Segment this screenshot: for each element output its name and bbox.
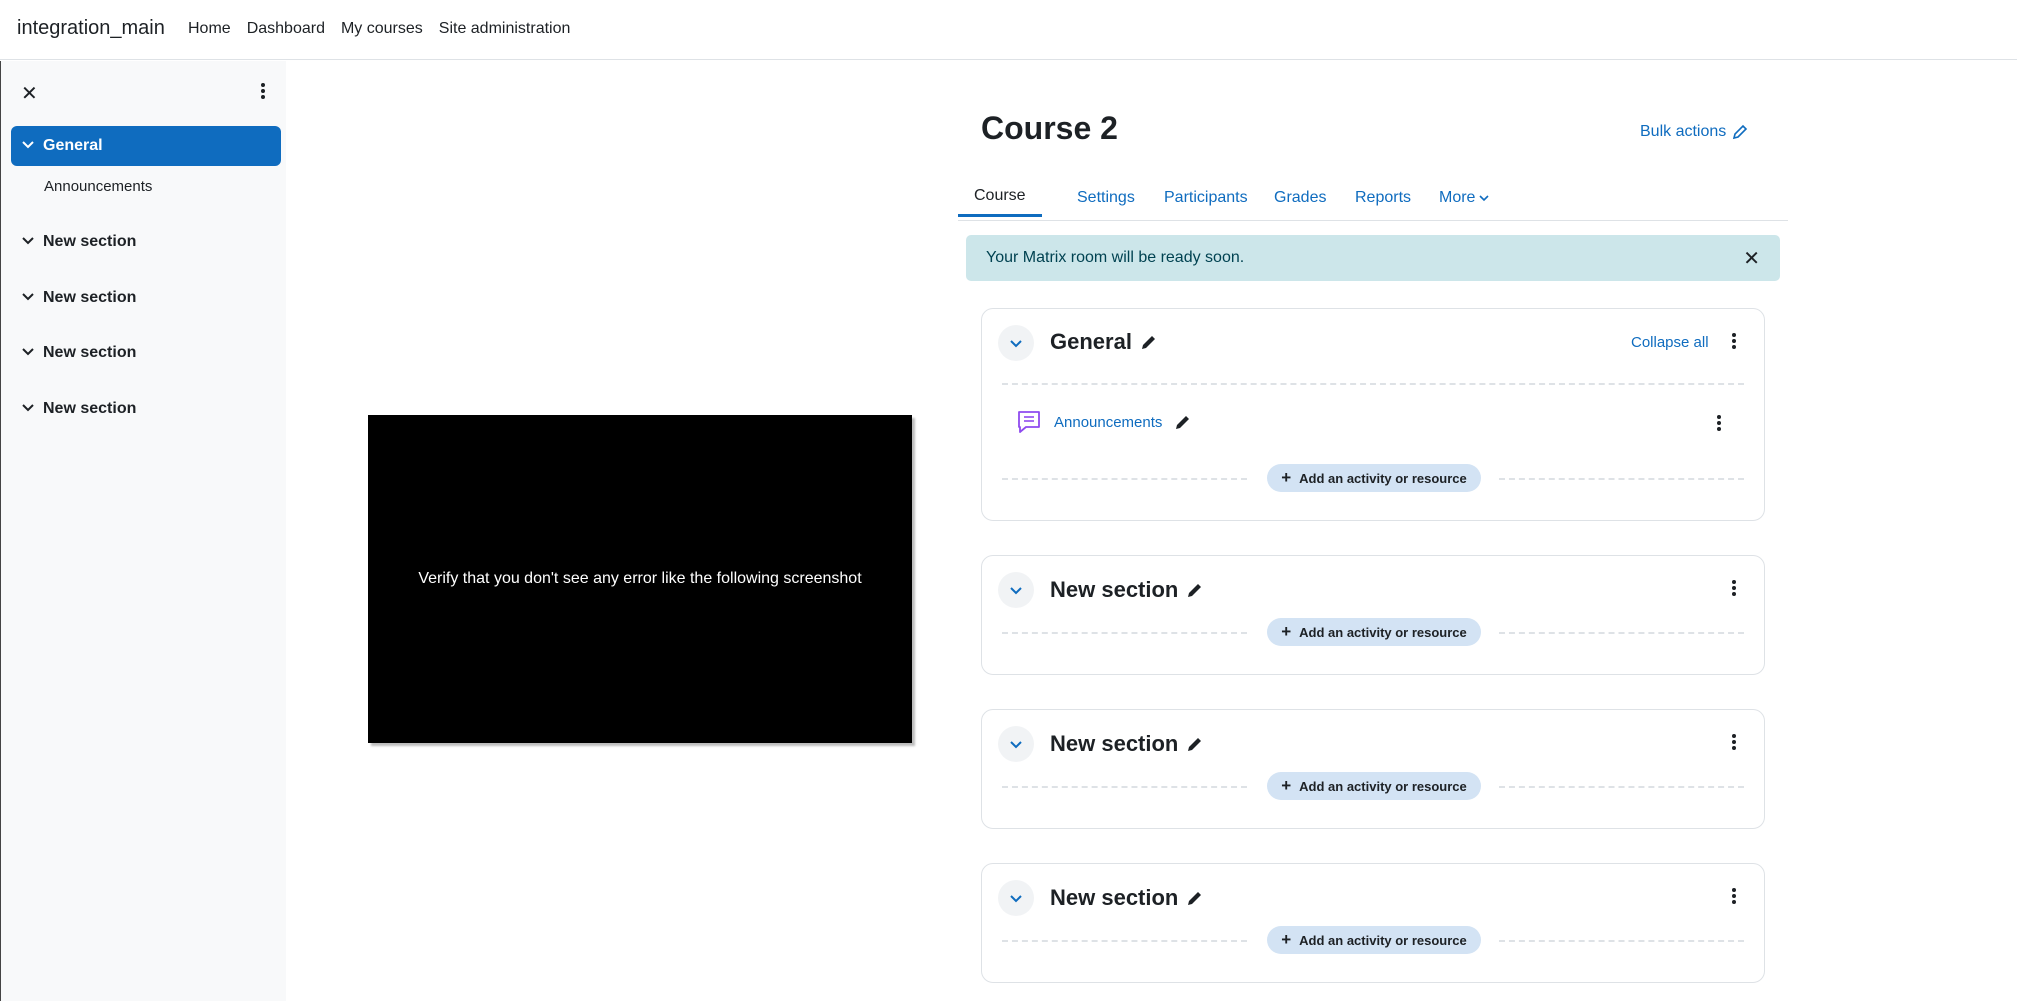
drawer-section-new-section-3[interactable]: New section (11, 333, 281, 373)
plus-icon: + (1281, 622, 1292, 641)
nav-home[interactable]: Home (188, 20, 231, 38)
drawer-activity-announcements[interactable]: Announcements (44, 178, 152, 195)
section-title: New section (1050, 885, 1204, 911)
divider (1499, 786, 1744, 788)
primary-navigation: Home Dashboard My courses Site administr… (188, 20, 570, 38)
forum-icon (1018, 411, 1040, 433)
divider (1002, 632, 1247, 634)
collapse-section-button[interactable] (998, 880, 1034, 916)
drawer-section-new-section-1[interactable]: New section (11, 222, 281, 262)
activity-announcements: Announcements (1016, 409, 1192, 435)
drawer-section-new-section-4[interactable]: New section (11, 389, 281, 429)
section-title-text: New section (1050, 577, 1179, 602)
section-title-text: New section (1050, 731, 1179, 756)
chevron-down-icon (22, 404, 34, 412)
drawer-kebab-icon[interactable] (253, 81, 273, 101)
nav-dashboard[interactable]: Dashboard (247, 20, 325, 38)
divider (1499, 940, 1744, 942)
bulk-actions-label: Bulk actions (1640, 123, 1727, 140)
pencil-icon[interactable] (1174, 413, 1192, 431)
section-kebab-icon[interactable] (1724, 331, 1744, 351)
add-activity-label: Add an activity or resource (1299, 932, 1467, 948)
chevron-down-icon (22, 141, 34, 149)
add-activity-button[interactable]: + Add an activity or resource (1267, 772, 1481, 800)
nav-site-administration[interactable]: Site administration (439, 20, 571, 38)
tab-participants[interactable]: Participants (1164, 178, 1248, 218)
section-kebab-icon[interactable] (1724, 886, 1744, 906)
section-title: General (1050, 329, 1158, 355)
tab-more[interactable]: More (1439, 178, 1490, 218)
divider (1002, 940, 1247, 942)
pencil-icon (1733, 124, 1748, 140)
site-brand[interactable]: integration_main (17, 17, 165, 40)
drawer-section-general[interactable]: General (11, 126, 281, 166)
drawer-section-new-section-2[interactable]: New section (11, 278, 281, 318)
add-activity-label: Add an activity or resource (1299, 778, 1467, 794)
pencil-icon[interactable] (1186, 581, 1204, 599)
collapse-section-button[interactable] (998, 325, 1034, 361)
tab-grades[interactable]: Grades (1274, 178, 1326, 218)
plus-icon: + (1281, 930, 1292, 949)
divider (1002, 383, 1744, 385)
tab-more-label: More (1439, 189, 1476, 206)
pencil-icon[interactable] (1186, 735, 1204, 753)
pencil-icon[interactable] (1140, 333, 1158, 351)
tab-course[interactable]: Course (958, 178, 1042, 217)
instruction-caption: Verify that you don't see any error like… (418, 570, 862, 587)
chevron-down-icon (1010, 340, 1022, 348)
top-navbar: integration_main Home Dashboard My cours… (0, 0, 2017, 60)
chevron-down-icon (1010, 895, 1022, 903)
plus-icon: + (1281, 776, 1292, 795)
drawer-section-label: New section (43, 289, 137, 306)
nav-my-courses[interactable]: My courses (341, 20, 423, 38)
collapse-section-button[interactable] (998, 572, 1034, 608)
activity-kebab-icon[interactable] (1709, 413, 1729, 433)
divider (1002, 786, 1247, 788)
matrix-room-alert: Your Matrix room will be ready soon. ✕ (966, 235, 1780, 281)
add-activity-button[interactable]: + Add an activity or resource (1267, 926, 1481, 954)
divider (1002, 478, 1247, 480)
chevron-down-icon (1479, 195, 1490, 202)
divider (1499, 478, 1744, 480)
section-title-text: General (1050, 329, 1132, 354)
course-tabs: Course Settings Participants Grades Repo… (958, 170, 1788, 221)
drawer-section-label: New section (43, 233, 137, 250)
chevron-down-icon (1010, 741, 1022, 749)
section-title-text: New section (1050, 885, 1179, 910)
tab-settings[interactable]: Settings (1077, 178, 1135, 218)
section-kebab-icon[interactable] (1724, 578, 1744, 598)
bulk-actions-button[interactable]: Bulk actions (1640, 123, 1748, 141)
add-activity-label: Add an activity or resource (1299, 470, 1467, 486)
section-new-section-2: New section + Add an activity or resourc… (981, 709, 1765, 829)
chevron-down-icon (22, 293, 34, 301)
chevron-down-icon (22, 237, 34, 245)
add-activity-button[interactable]: + Add an activity or resource (1267, 618, 1481, 646)
tab-reports[interactable]: Reports (1355, 178, 1411, 218)
activity-link[interactable]: Announcements (1054, 414, 1162, 431)
plus-icon: + (1281, 468, 1292, 487)
close-icon[interactable]: ✕ (1743, 246, 1760, 271)
section-general: General Collapse all Announcements + Add… (981, 308, 1765, 521)
add-activity-label: Add an activity or resource (1299, 624, 1467, 640)
chevron-down-icon (22, 348, 34, 356)
drawer-section-label: New section (43, 344, 137, 361)
section-kebab-icon[interactable] (1724, 732, 1744, 752)
course-index-drawer: ✕ General Announcements New section New … (0, 61, 286, 1001)
chevron-down-icon (1010, 587, 1022, 595)
instruction-video-overlay: Verify that you don't see any error like… (368, 415, 912, 743)
add-activity-button[interactable]: + Add an activity or resource (1267, 464, 1481, 492)
collapse-section-button[interactable] (998, 726, 1034, 762)
section-new-section-1: New section + Add an activity or resourc… (981, 555, 1765, 675)
divider (1499, 632, 1744, 634)
drawer-section-label: New section (43, 400, 137, 417)
section-title: New section (1050, 731, 1204, 757)
pencil-icon[interactable] (1186, 889, 1204, 907)
page-title: Course 2 (981, 110, 1118, 146)
section-new-section-3: New section + Add an activity or resourc… (981, 863, 1765, 983)
drawer-section-label: General (43, 137, 103, 154)
close-drawer-icon[interactable]: ✕ (21, 81, 38, 106)
collapse-all-link[interactable]: Collapse all (1631, 334, 1709, 351)
alert-message: Your Matrix room will be ready soon. (986, 249, 1245, 266)
section-title: New section (1050, 577, 1204, 603)
